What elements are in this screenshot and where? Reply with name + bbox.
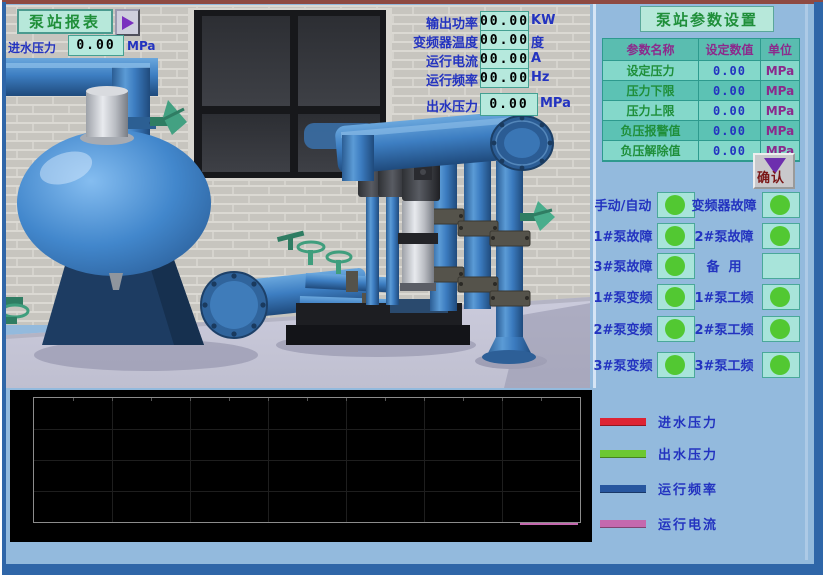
status-lamp-vfd-fault [762,192,800,218]
params-header-value: 设定数值 [699,39,761,61]
lamp-icon [665,287,685,307]
outlet-pressure-value: 0.00 [480,93,538,116]
vfd-temp-label: 变频器温度 [398,32,478,51]
frame-right [814,2,823,575]
status-lamp-pump1-mains [762,284,800,310]
status-label-pump1-vfd: 1#泵变频 [590,284,656,308]
lamp-icon [770,287,790,307]
params-table: 参数名称 设定数值 单位 设定压力 0.00 MPa 压力下限 0.00 MPa… [602,38,800,162]
legend-label-outlet-pressure: 出水压力 [658,444,718,463]
status-label-pump1-fault: 1#泵故障 [590,223,656,247]
legend-label-run-frequency: 运行频率 [658,479,718,498]
output-power-label: 输出功率 [398,13,478,32]
inlet-pressure-value: 0.00 [68,35,124,56]
tank-air-valve [80,86,134,145]
status-label-manual-auto: 手动/自动 [590,192,656,216]
param-name-cell: 压力上限 [603,101,699,121]
legend-swatch-inlet-pressure [600,418,646,426]
legend-swatch-run-current [600,520,646,528]
report-button[interactable]: 泵站报表 [17,9,113,34]
lamp-icon [665,355,685,375]
vfd-temp-unit: 度 [531,32,544,51]
lamp-icon [665,319,685,339]
vfd-temp-value: 00.00 [480,30,529,50]
param-value-cell[interactable]: 0.00 [699,121,761,141]
lamp-icon [770,355,790,375]
outlet-pressure-unit: MPa [540,96,571,111]
status-label-pump3-vfd: 3#泵变频 [590,352,656,376]
run-current-unit: A [531,51,541,66]
inlet-pressure-label: 进水压力 [8,39,56,56]
run-frequency-unit: Hz [531,70,549,85]
lamp-icon [665,226,685,246]
play-right-icon [122,16,134,30]
param-name-cell: 压力下限 [603,81,699,101]
lamp-icon [665,256,685,276]
lamp-icon [770,195,790,215]
output-power-unit: KW [531,13,555,28]
inlet-pressure-unit: MPa [127,39,156,53]
report-arrow-button[interactable] [115,9,140,36]
run-current-value: 00.00 [480,49,529,69]
status-label-spare: 备 用 [688,253,760,277]
param-unit-cell: MPa [761,61,799,81]
legend-label-inlet-pressure: 进水压力 [658,412,718,431]
status-lamp-pump2-fault [762,223,800,249]
param-unit-cell: MPa [761,81,799,101]
lamp-icon [665,195,685,215]
legend-swatch-outlet-pressure [600,450,646,458]
trend-chart-panel [10,390,592,542]
status-label-pump2-vfd: 2#泵变频 [590,316,656,340]
outlet-pressure-label: 出水压力 [398,96,478,115]
confirm-button[interactable]: 确认 [753,153,795,189]
status-label-pump2-fault: 2#泵故障 [688,223,760,247]
right-edge-highlight [805,4,808,560]
confirm-button-label: 确认 [757,167,785,186]
param-name-cell: 负压解除值 [603,141,699,161]
status-lamp-pump2-mains [762,316,800,342]
param-value-cell[interactable]: 0.00 [699,81,761,101]
status-label-pump1-mains: 1#泵工频 [688,284,760,308]
status-label-pump2-mains: 2#泵工频 [688,316,760,340]
param-value-cell[interactable]: 0.00 [699,61,761,81]
status-lamp-spare [762,253,800,279]
lamp-icon [770,319,790,339]
param-name-cell: 设定压力 [603,61,699,81]
params-panel-title: 泵站参数设置 [640,6,774,32]
param-unit-cell: MPa [761,101,799,121]
status-label-vfd-fault: 变频器故障 [688,192,760,216]
run-frequency-label: 运行频率 [398,70,478,89]
trend-chart-plot-area [33,397,581,523]
param-value-cell[interactable]: 0.00 [699,101,761,121]
status-lamp-pump3-mains [762,352,800,378]
run-current-label: 运行电流 [398,51,478,70]
param-value-cell[interactable]: 0.00 [699,141,761,161]
param-unit-cell: MPa [761,121,799,141]
frame-top [2,0,823,4]
run-frequency-value: 00.00 [480,68,529,88]
legend-swatch-run-frequency [600,485,646,493]
params-header-name: 参数名称 [603,39,699,61]
output-power-value: 00.00 [480,11,529,31]
param-name-cell: 负压报警值 [603,121,699,141]
lamp-icon [770,226,790,246]
legend-label-run-current: 运行电流 [658,514,718,533]
status-label-pump3-mains: 3#泵工频 [688,352,760,376]
frame-bottom [2,564,823,575]
params-header-unit: 单位 [761,39,799,61]
run-current-trace [520,523,578,525]
status-label-pump3-fault: 3#泵故障 [590,253,656,277]
